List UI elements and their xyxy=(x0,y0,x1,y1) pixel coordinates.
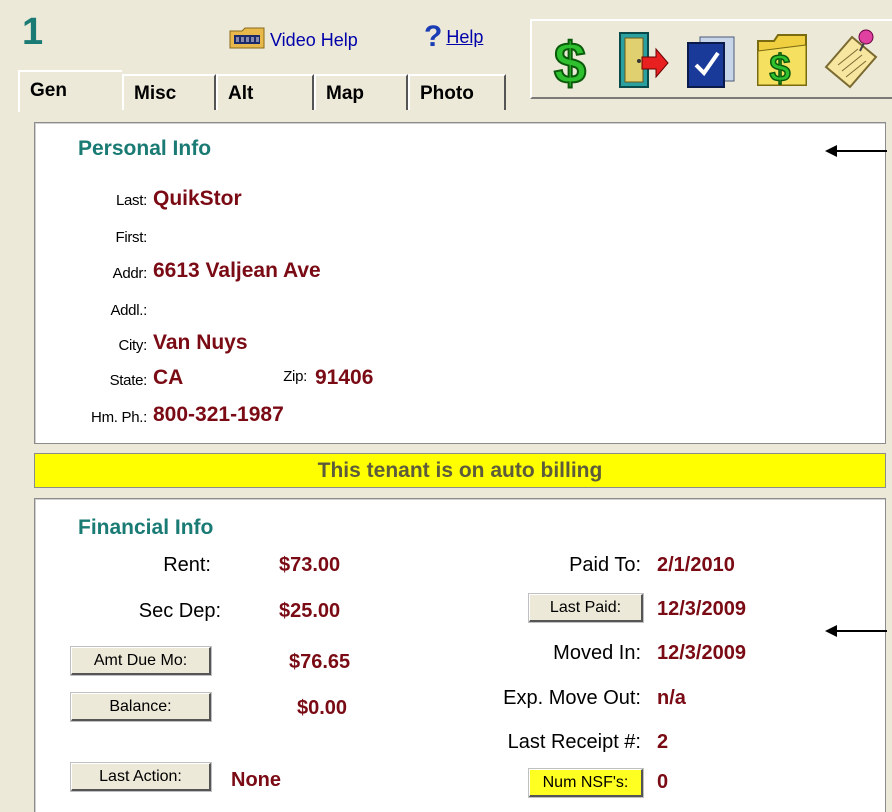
phone-value[interactable]: 800-321-1987 xyxy=(153,403,284,427)
help-label: Help xyxy=(446,26,484,47)
last-name-value[interactable]: QuikStor xyxy=(153,187,242,211)
security-deposit-label: Sec Dep: xyxy=(138,600,221,622)
moved-in-label: Moved In: xyxy=(553,642,641,664)
address-label: Addr: xyxy=(112,265,148,282)
move-out-icon[interactable] xyxy=(614,27,670,93)
pointer-arrow-icon xyxy=(825,625,887,637)
tab-alt[interactable]: Alt xyxy=(216,74,314,110)
amount-due-value: $76.65 xyxy=(289,651,351,673)
address-value[interactable]: 6613 Valjean Ave xyxy=(153,259,321,283)
amount-due-button[interactable]: Amt Due Mo: xyxy=(71,647,211,675)
video-help-link[interactable]: Video Help xyxy=(228,26,358,55)
balance-value: $0.00 xyxy=(297,697,348,719)
additional-address-label: Addl.: xyxy=(110,302,147,319)
personal-info-title: Personal Info xyxy=(78,137,212,160)
tab-strip: Gen Misc Alt Map Photo xyxy=(18,70,523,112)
tab-label: Alt xyxy=(228,83,254,104)
num-nsf-button[interactable]: Num NSF's: xyxy=(529,769,643,797)
auto-billing-banner: This tenant is on auto billing xyxy=(34,453,886,488)
city-label: City: xyxy=(118,337,147,354)
toolbar: $ $ xyxy=(530,19,892,99)
expected-move-out-value: n/a xyxy=(657,687,686,709)
tab-label: Misc xyxy=(134,83,177,104)
tab-label: Photo xyxy=(420,83,474,104)
svg-text:$: $ xyxy=(769,48,790,90)
zip-label: Zip: xyxy=(283,368,307,385)
last-paid-button[interactable]: Last Paid: xyxy=(529,594,643,622)
tab-label: Map xyxy=(326,83,364,104)
phone-label: Hm. Ph.: xyxy=(91,409,147,426)
unit-number: 1 xyxy=(22,11,44,53)
video-help-label: Video Help xyxy=(270,30,358,50)
state-label: State: xyxy=(109,372,148,389)
moved-in-value: 12/3/2009 xyxy=(657,642,746,664)
help-link[interactable]: ? Help xyxy=(424,22,483,52)
tab-misc[interactable]: Misc xyxy=(122,74,216,110)
paid-to-value: 2/1/2010 xyxy=(657,554,735,576)
tab-label: Gen xyxy=(30,80,67,101)
personal-info-panel: Personal Info Last: QuikStor First: Addr… xyxy=(34,122,887,444)
documents-icon[interactable] xyxy=(682,27,738,93)
zip-value[interactable]: 91406 xyxy=(315,366,373,390)
city-value[interactable]: Van Nuys xyxy=(153,331,248,355)
pointer-arrow-icon xyxy=(825,145,887,157)
tab-gen[interactable]: Gen xyxy=(18,70,122,112)
balance-button[interactable]: Balance: xyxy=(71,693,211,721)
payment-icon[interactable]: $ xyxy=(542,27,598,97)
first-name-label: First: xyxy=(115,229,147,246)
question-icon: ? xyxy=(424,20,443,53)
num-nsf-value: 0 xyxy=(657,771,669,793)
billing-folder-icon[interactable]: $ xyxy=(754,27,810,93)
financial-info-panel: Financial Info Rent: $73.00 Sec Dep: $25… xyxy=(34,498,887,812)
notes-icon[interactable] xyxy=(822,27,878,93)
last-receipt-label: Last Receipt #: xyxy=(507,731,641,753)
state-value[interactable]: CA xyxy=(153,366,183,390)
financial-info-title: Financial Info xyxy=(78,516,214,539)
tab-map[interactable]: Map xyxy=(314,74,408,110)
video-folder-icon xyxy=(228,26,268,55)
last-action-value: None xyxy=(231,769,281,791)
security-deposit-value: $25.00 xyxy=(279,600,341,622)
last-paid-value: 12/3/2009 xyxy=(657,598,746,620)
last-receipt-value: 2 xyxy=(657,731,669,753)
tab-photo[interactable]: Photo xyxy=(408,74,506,110)
last-action-button[interactable]: Last Action: xyxy=(71,763,211,791)
paid-to-label: Paid To: xyxy=(569,554,641,576)
last-name-label: Last: xyxy=(115,192,147,209)
expected-move-out-label: Exp. Move Out: xyxy=(503,687,641,709)
rent-value: $73.00 xyxy=(279,554,341,576)
svg-text:$: $ xyxy=(554,31,586,93)
rent-label: Rent: xyxy=(163,554,211,576)
